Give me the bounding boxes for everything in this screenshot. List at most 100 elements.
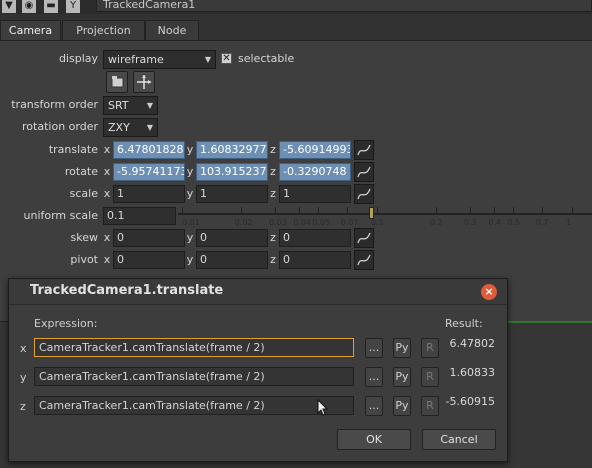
selectable-checkbox[interactable]: ✕ <box>221 53 232 64</box>
slider-tick-label: 0.05 <box>312 218 331 227</box>
skew-animation-button[interactable] <box>354 228 374 248</box>
transform-order-dropdown[interactable]: SRT ▼ <box>103 96 158 115</box>
slider-tick-label: 0.01 <box>182 218 200 227</box>
expr-axis-x: x <box>20 342 27 355</box>
uniform-scale-slider[interactable] <box>178 213 592 215</box>
pivot-x-field[interactable]: 0 <box>113 251 185 269</box>
slider-tick <box>240 207 242 213</box>
result-value-y: 1.60833 <box>449 366 496 379</box>
uniform-scale-field[interactable]: 0.1 <box>103 207 176 225</box>
browse-button-z[interactable]: ... <box>365 396 383 416</box>
slider-tick-label: 0.03 <box>269 218 287 227</box>
slider-tick <box>318 207 320 213</box>
chevron-down-icon: ▼ <box>146 123 153 132</box>
chevron-down-icon: ▼ <box>146 101 153 110</box>
translate-x-axis: x <box>103 143 111 156</box>
slider-tick-label: 0.02 <box>234 218 253 227</box>
slider-tick-label: 0.7 <box>535 218 549 227</box>
node-connection-line <box>506 321 592 323</box>
rotate-x-field[interactable]: -5.95741173 <box>113 163 185 181</box>
scale-x-field[interactable]: 1 <box>113 185 185 203</box>
python-toggle-y[interactable]: Py <box>393 367 411 387</box>
transform-order-value: SRT <box>108 99 129 112</box>
translate-z-field[interactable]: -5.60914993 <box>279 141 351 159</box>
skew-z-axis: z <box>270 231 276 244</box>
curve-icon <box>357 144 371 156</box>
folder-icon <box>111 76 124 88</box>
expression-field-y[interactable]: CameraTracker1.camTranslate(frame / 2) <box>34 367 354 386</box>
slider-tick-label: 0.3 <box>464 218 477 227</box>
expr-axis-y: y <box>20 371 27 384</box>
slider-tick-label: 0.1 <box>371 218 384 227</box>
pivot-z-field[interactable]: 0 <box>279 251 351 269</box>
slider-tick <box>275 207 277 213</box>
rotation-order-dropdown[interactable]: ZXY ▼ <box>103 118 158 137</box>
scale-z-field[interactable]: 1 <box>279 185 351 203</box>
slider-tick <box>494 207 496 213</box>
rotate-x-axis: x <box>103 165 111 178</box>
rotation-order-label: rotation order <box>22 120 98 133</box>
translate-y-axis: y <box>186 143 194 156</box>
skew-z-field[interactable]: 0 <box>279 229 351 247</box>
rotate-y-field[interactable]: 103.915237 <box>196 163 268 181</box>
selectable-label: selectable <box>238 52 295 65</box>
scale-label: scale <box>69 187 98 200</box>
browse-button-x[interactable]: ... <box>365 338 383 358</box>
pivot-label: pivot <box>70 253 98 266</box>
display-value: wireframe <box>108 53 164 66</box>
dialog-title: TrackedCamera1.translate <box>30 283 224 298</box>
slider-tick <box>377 207 378 213</box>
browse-button-y[interactable]: ... <box>365 367 383 387</box>
center-node-icon[interactable]: ◉ <box>22 0 36 13</box>
expression-header: Expression: <box>34 317 98 330</box>
node-tools-icon[interactable]: Y <box>66 0 80 13</box>
translate-label: translate <box>48 143 98 156</box>
display-dropdown[interactable]: wireframe ▼ <box>103 50 216 69</box>
scale-animation-button[interactable] <box>354 184 374 204</box>
python-toggle-z[interactable]: Py <box>393 396 411 416</box>
rotate-animation-button[interactable] <box>354 162 374 182</box>
rotate-z-field[interactable]: -0.3290748 <box>279 163 351 181</box>
pivot-y-field[interactable]: 0 <box>196 251 268 269</box>
slider-tick-label: 1 <box>566 218 572 227</box>
float-panel-icon[interactable]: ▬ <box>44 0 58 13</box>
skew-x-axis: x <box>103 231 111 244</box>
pivot-animation-button[interactable] <box>354 250 374 270</box>
skew-y-field[interactable]: 0 <box>196 229 268 247</box>
slider-tick <box>299 207 301 213</box>
expression-field-x[interactable]: CameraTracker1.camTranslate(frame / 2) <box>34 338 354 357</box>
translate-x-field[interactable]: 6.47801828 <box>113 141 185 159</box>
node-name-field[interactable]: TrackedCamera1 <box>96 0 592 12</box>
slider-tick <box>346 207 348 213</box>
tab-projection[interactable]: Projection <box>62 20 145 41</box>
skew-label: skew <box>70 231 98 244</box>
rotate-label: rotate <box>64 165 98 178</box>
skew-x-field[interactable]: 0 <box>113 229 185 247</box>
transform-handle-button[interactable] <box>133 71 155 93</box>
curve-icon <box>357 166 371 178</box>
slider-tick <box>435 207 437 213</box>
result-header: Result: <box>445 317 483 330</box>
pivot-z-axis: z <box>270 253 276 266</box>
ok-button[interactable]: OK <box>337 429 411 450</box>
slider-tick-label: 0.07 <box>340 218 359 227</box>
skew-y-axis: y <box>186 231 194 244</box>
python-toggle-x[interactable]: Py <box>393 338 411 358</box>
rotate-y-axis: y <box>186 165 194 178</box>
curve-icon <box>357 254 371 266</box>
tab-camera[interactable]: Camera <box>0 20 61 42</box>
translate-y-field[interactable]: 1.60832977 <box>196 141 268 159</box>
read-from-file-button[interactable] <box>106 71 128 93</box>
scale-y-field[interactable]: 1 <box>196 185 268 203</box>
rotate-z-axis: z <box>270 165 276 178</box>
slider-tick <box>572 207 573 213</box>
tab-node[interactable]: Node <box>145 20 199 41</box>
translate-animation-button[interactable] <box>354 140 374 160</box>
slider-tick-label: 0.5 <box>507 218 521 227</box>
expression-field-z[interactable]: CameraTracker1.camTranslate(frame / 2) <box>34 396 354 415</box>
slider-tick-label: 0.04 <box>293 218 312 227</box>
close-icon[interactable]: × <box>481 284 497 300</box>
scale-z-axis: z <box>270 187 276 200</box>
collapse-arrow-icon[interactable]: ▼ <box>2 0 16 13</box>
cancel-button[interactable]: Cancel <box>422 429 496 450</box>
